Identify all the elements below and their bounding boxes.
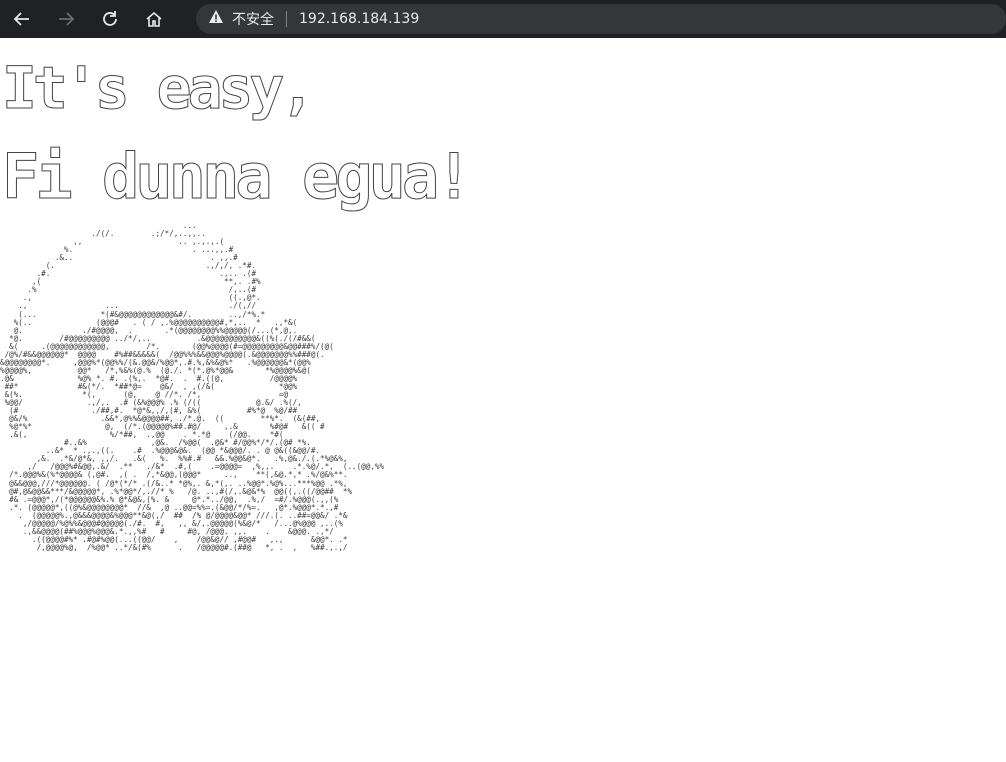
security-label: 不安全 xyxy=(232,12,274,28)
reload-button[interactable] xyxy=(94,3,126,35)
warning-triangle-icon xyxy=(208,9,224,29)
url-text[interactable]: 192.168.184.139 xyxy=(299,11,419,27)
browser-toolbar: 不安全 192.168.184.139 xyxy=(0,0,1006,38)
forward-button[interactable] xyxy=(50,3,82,35)
address-bar[interactable]: 不安全 192.168.184.139 xyxy=(196,4,1006,34)
omnibox-divider xyxy=(286,11,287,27)
reload-icon xyxy=(100,9,120,29)
home-icon xyxy=(144,9,164,29)
ascii-art: ... ./(/. .;/*/,..,,.. ,, .. ,.,.,.( %. … xyxy=(0,221,385,552)
banner-line-2: Fi dunna egua! xyxy=(2,140,474,214)
arrow-left-icon xyxy=(12,9,32,29)
home-button[interactable] xyxy=(138,3,170,35)
arrow-right-icon xyxy=(56,9,76,29)
back-button[interactable] xyxy=(6,3,38,35)
page-content: It's easy, Fi dunna egua! ... ./(/. .;/*… xyxy=(0,38,1006,762)
banner-line-1: It's easy, xyxy=(1,54,315,123)
security-indicator[interactable]: 不安全 xyxy=(208,9,274,29)
